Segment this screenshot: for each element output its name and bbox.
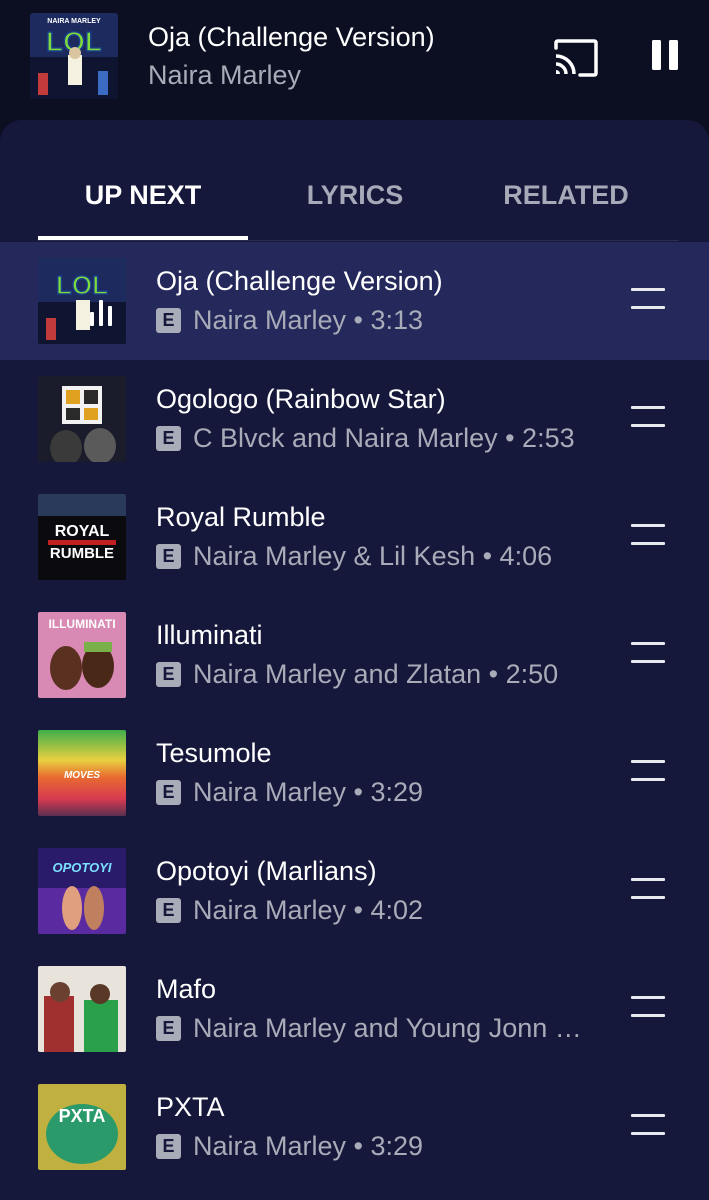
- song-subtitle: E Naira Marley • 4:02: [156, 895, 423, 926]
- drag-handle-icon[interactable]: [631, 406, 665, 428]
- song-subtitle: E Naira Marley and Young Jonn …: [156, 1013, 582, 1044]
- song-subtitle: E Naira Marley • 3:29: [156, 777, 423, 808]
- explicit-icon: E: [156, 898, 181, 923]
- svg-text:PXTA: PXTA: [59, 1106, 106, 1126]
- song-subtitle: E Naira Marley • 3:29: [156, 1131, 423, 1162]
- song-title: Royal Rumble: [156, 502, 326, 532]
- now-playing-album-art: NAIRA MARLEY LOL: [30, 13, 118, 99]
- svg-text:ROYAL: ROYAL: [55, 523, 110, 540]
- svg-text:LOL: LOL: [56, 270, 108, 300]
- queue-item[interactable]: OPOTOYI Opotoyi (Marlians) E Naira Marle…: [0, 832, 709, 950]
- drag-handle-icon[interactable]: [631, 642, 665, 664]
- explicit-icon: E: [156, 780, 181, 805]
- album-art: PXTA: [38, 1084, 126, 1170]
- queue-sheet: UP NEXT LYRICS RELATED LOL Oja (Challeng…: [0, 120, 709, 1200]
- tab-related[interactable]: RELATED: [461, 180, 671, 211]
- tab-up-next[interactable]: UP NEXT: [38, 180, 248, 211]
- drag-handle-icon[interactable]: [631, 288, 665, 310]
- equalizer-icon: [90, 298, 116, 326]
- active-tab-indicator: [38, 236, 248, 240]
- svg-text:RUMBLE: RUMBLE: [50, 545, 114, 562]
- song-title: Mafo: [156, 974, 217, 1004]
- song-artist-duration: Naira Marley • 4:02: [193, 895, 424, 925]
- song-title: Tesumole: [156, 738, 272, 768]
- explicit-icon: E: [156, 662, 181, 687]
- album-art: [38, 966, 126, 1052]
- pause-icon[interactable]: [642, 36, 688, 80]
- queue-item[interactable]: Mafo E Naira Marley and Young Jonn …: [0, 950, 709, 1068]
- mini-player[interactable]: NAIRA MARLEY LOL Oja (Challenge Version)…: [0, 0, 709, 118]
- queue-item[interactable]: ILLUMINATI Illuminati E Naira Marley and…: [0, 596, 709, 714]
- now-playing-artist: Naira Marley: [148, 60, 302, 90]
- drag-handle-icon[interactable]: [631, 524, 665, 546]
- song-artist-duration: Naira Marley • 3:29: [193, 777, 424, 807]
- album-art: OPOTOYI: [38, 848, 126, 934]
- tab-divider: [38, 240, 679, 241]
- song-artist-duration: Naira Marley • 3:29: [193, 1131, 424, 1161]
- album-art: [38, 376, 126, 462]
- svg-text:MOVES: MOVES: [64, 770, 100, 781]
- queue-list: LOL Oja (Challenge Version) E Naira Marl…: [0, 242, 709, 1186]
- queue-item[interactable]: ROYAL RUMBLE Royal Rumble E Naira Marley…: [0, 478, 709, 596]
- song-title: PXTA: [156, 1092, 225, 1122]
- queue-item[interactable]: Ogologo (Rainbow Star) E C Blvck and Nai…: [0, 360, 709, 478]
- album-art: MOVES: [38, 730, 126, 816]
- song-artist-duration: Naira Marley • 3:13: [193, 305, 424, 335]
- queue-item[interactable]: LOL Oja (Challenge Version) E Naira Marl…: [0, 242, 709, 360]
- mini-art-text-top: NAIRA MARLEY: [47, 18, 101, 25]
- explicit-icon: E: [156, 1016, 181, 1041]
- explicit-icon: E: [156, 544, 181, 569]
- drag-handle-icon[interactable]: [631, 878, 665, 900]
- song-artist-duration: Naira Marley and Zlatan • 2:50: [193, 659, 559, 689]
- song-title: Oja (Challenge Version): [156, 266, 443, 296]
- queue-item[interactable]: MOVES Tesumole E Naira Marley • 3:29: [0, 714, 709, 832]
- drag-handle-icon[interactable]: [631, 996, 665, 1018]
- song-artist-duration: Naira Marley & Lil Kesh • 4:06: [193, 541, 553, 571]
- drag-handle-icon[interactable]: [631, 760, 665, 782]
- song-subtitle: E Naira Marley and Zlatan • 2:50: [156, 659, 558, 690]
- song-artist-duration: C Blvck and Naira Marley • 2:53: [193, 423, 575, 453]
- queue-item[interactable]: PXTA PXTA E Naira Marley • 3:29: [0, 1068, 709, 1186]
- song-subtitle: E Naira Marley • 3:13: [156, 305, 423, 336]
- now-playing-title: Oja (Challenge Version): [148, 22, 435, 52]
- song-artist-duration: Naira Marley and Young Jonn …: [193, 1013, 582, 1043]
- song-title: Opotoyi (Marlians): [156, 856, 377, 886]
- album-art: ROYAL RUMBLE: [38, 494, 126, 580]
- explicit-icon: E: [156, 426, 181, 451]
- album-art: ILLUMINATI: [38, 612, 126, 698]
- explicit-icon: E: [156, 1134, 181, 1159]
- song-subtitle: E C Blvck and Naira Marley • 2:53: [156, 423, 575, 454]
- tab-lyrics[interactable]: LYRICS: [250, 180, 460, 211]
- svg-text:ILLUMINATI: ILLUMINATI: [48, 617, 115, 631]
- song-subtitle: E Naira Marley & Lil Kesh • 4:06: [156, 541, 552, 572]
- svg-text:OPOTOYI: OPOTOYI: [53, 860, 112, 875]
- explicit-icon: E: [156, 308, 181, 333]
- cast-icon[interactable]: [552, 38, 600, 78]
- song-title: Illuminati: [156, 620, 263, 650]
- tab-bar: UP NEXT LYRICS RELATED: [0, 120, 709, 242]
- drag-handle-icon[interactable]: [631, 1114, 665, 1136]
- song-title: Ogologo (Rainbow Star): [156, 384, 446, 414]
